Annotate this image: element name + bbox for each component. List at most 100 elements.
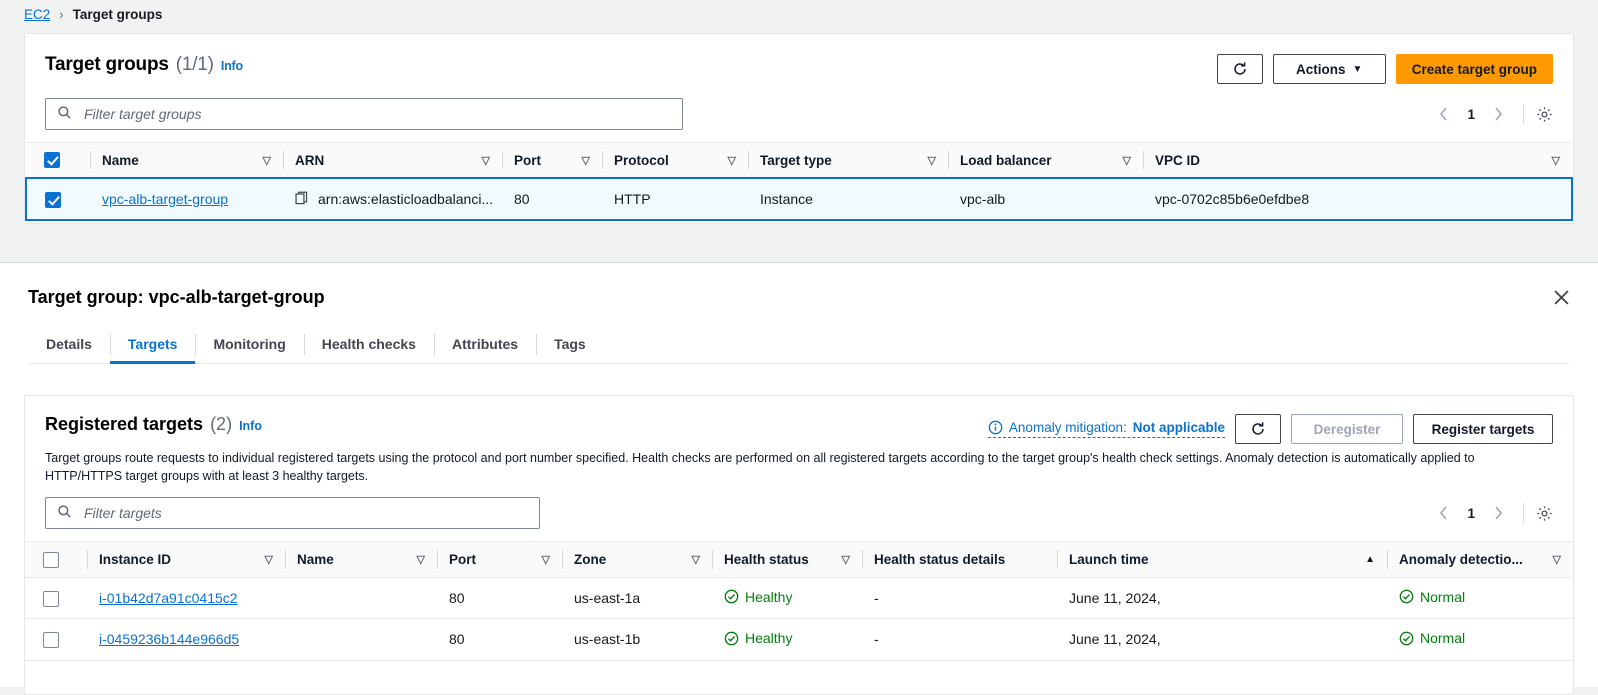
registered-targets-table: Instance ID ▽ Name ▽ Port ▽ Zone ▽ Health st… [25,541,1573,661]
registered-targets-count: (2) [210,414,233,434]
anomaly-badge: Normal [1399,589,1465,605]
page-number[interactable]: 1 [1460,506,1482,521]
cell-health-status-details: - [862,618,1057,661]
tab-details[interactable]: Details [28,326,110,363]
column-header-load-balancer[interactable]: Load balancer ▽ [948,142,1143,179]
prev-page-button[interactable] [1431,506,1456,520]
instance-link[interactable]: i-01b42d7a91c0415c2 [99,590,238,606]
column-header-vpc-id[interactable]: VPC ID ▽ [1143,142,1572,179]
select-all-header [25,541,87,578]
cell-health-status-details: - [862,577,1057,620]
copy-icon[interactable] [295,191,309,208]
column-header-anomaly-detection[interactable]: Anomaly detectio... ▽ [1387,541,1573,578]
tab-attributes[interactable]: Attributes [433,326,536,363]
column-header-target-type[interactable]: Target type ▽ [748,142,948,179]
row-checkbox[interactable] [43,632,59,649]
refresh-icon [1234,62,1246,75]
row-checkbox[interactable] [45,191,61,208]
column-header-name[interactable]: Name ▽ [90,142,283,179]
detail-title: Target group: vpc-alb-target-group [28,287,325,307]
info-link[interactable]: Info [221,59,243,73]
tab-label: Targets [127,336,178,352]
preferences-button[interactable] [1536,505,1553,522]
tab-label: Health checks [321,336,416,352]
column-header-protocol[interactable]: Protocol ▽ [602,142,748,179]
arn-text: arn:aws:elasticloadbalanci... [318,191,494,208]
target-group-link[interactable]: vpc-alb-target-group [102,191,228,207]
chevron-right-icon [1495,107,1503,121]
column-header-health-status-details[interactable]: Health status details [862,541,1057,578]
column-label: Target type [760,152,832,168]
column-header-instance-id[interactable]: Instance ID ▽ [87,541,285,578]
deregister-label: Deregister [1313,421,1381,437]
select-all-checkbox[interactable] [44,152,60,169]
next-page-button[interactable] [1486,506,1511,520]
column-header-port[interactable]: Port ▽ [437,541,562,578]
page-title: Target groups (1/1) Info [45,54,243,76]
health-status-text: Healthy [745,630,793,647]
column-header-health-status[interactable]: Health status ▽ [712,541,862,578]
instance-link[interactable]: i-0459236b144e966d5 [99,631,239,647]
prev-page-button[interactable] [1431,107,1456,121]
sort-icon: ▽ [1122,154,1131,167]
actions-dropdown-button[interactable]: Actions ▼ [1272,54,1386,84]
breadcrumb-separator-icon: › [59,6,64,22]
registered-targets-header-row: Instance ID ▽ Name ▽ Port ▽ Zone ▽ Health st… [25,541,1573,578]
table-row[interactable]: i-01b42d7a91c0415c2 80 us-east-1a Health… [25,577,1573,620]
status-badge: Healthy [724,630,792,646]
tab-tags[interactable]: Tags [536,326,604,363]
target-groups-panel: Target groups (1/1) Info Actions ▼ Creat… [24,33,1574,224]
column-header-arn[interactable]: ARN ▽ [283,142,502,179]
search-input[interactable] [82,504,539,523]
detail-tabs: Details Targets Monitoring Health checks… [28,326,1570,364]
search-input[interactable] [82,105,682,123]
column-header-zone[interactable]: Zone ▽ [562,541,712,578]
pagination-divider [1523,104,1524,124]
tab-targets[interactable]: Targets [109,326,196,364]
cell-port: 80 [437,577,562,620]
cell-instance-id: i-01b42d7a91c0415c2 [87,577,285,620]
select-all-checkbox[interactable] [43,551,59,568]
row-checkbox[interactable] [43,590,59,607]
column-header-port[interactable]: Port ▽ [502,142,602,179]
preferences-button[interactable] [1536,106,1553,123]
anomaly-mitigation-status[interactable]: Anomaly mitigation: Not applicable [987,420,1225,438]
tab-monitoring[interactable]: Monitoring [195,326,303,363]
target-groups-filter-row: 1 [25,84,1573,142]
register-targets-button[interactable]: Register targets [1413,414,1553,444]
target-groups-header: Target groups (1/1) Info Actions ▼ Creat… [25,34,1573,84]
close-detail-button[interactable] [1549,285,1574,310]
column-label: Protocol [614,152,669,168]
registered-targets-header: Registered targets (2) Info Anomaly miti… [25,396,1573,444]
refresh-button[interactable] [1216,54,1263,84]
breadcrumb-link-ec2[interactable]: EC2 [24,7,50,22]
column-header-launch-time[interactable]: Launch time ▲ [1057,541,1387,578]
sort-icon: ▽ [581,154,590,167]
cell-arn: arn:aws:elasticloadbalanci... [283,177,502,221]
search-target-groups-box[interactable] [45,98,683,130]
info-link[interactable]: Info [239,419,262,433]
create-target-group-button[interactable]: Create target group [1395,54,1553,84]
search-targets-box[interactable] [45,497,540,530]
close-icon [1554,290,1569,305]
column-header-name[interactable]: Name ▽ [285,541,437,578]
column-label: Load balancer [960,152,1052,168]
tab-health-checks[interactable]: Health checks [303,326,434,363]
refresh-targets-button[interactable] [1235,414,1281,444]
page-number[interactable]: 1 [1460,107,1482,122]
registered-targets-actions: Anomaly mitigation: Not applicable Dereg… [987,414,1553,444]
cell-name [285,618,437,661]
next-page-button[interactable] [1486,107,1511,121]
column-label: VPC ID [1155,152,1201,168]
table-row[interactable]: vpc-alb-target-group arn:aws:elasticload… [25,177,1573,221]
row-select-cell [25,618,87,661]
chevron-down-icon: ▼ [1352,63,1363,75]
sort-icon: ▽ [1552,553,1561,566]
refresh-icon [1252,422,1264,435]
gear-icon [1537,506,1552,521]
sort-icon: ▽ [691,553,700,566]
sort-icon: ▽ [841,553,850,566]
table-row[interactable]: i-0459236b144e966d5 80 us-east-1b Health… [25,618,1573,661]
select-all-header [26,142,90,179]
anomaly-mitigation-label: Anomaly mitigation: [1008,420,1127,435]
